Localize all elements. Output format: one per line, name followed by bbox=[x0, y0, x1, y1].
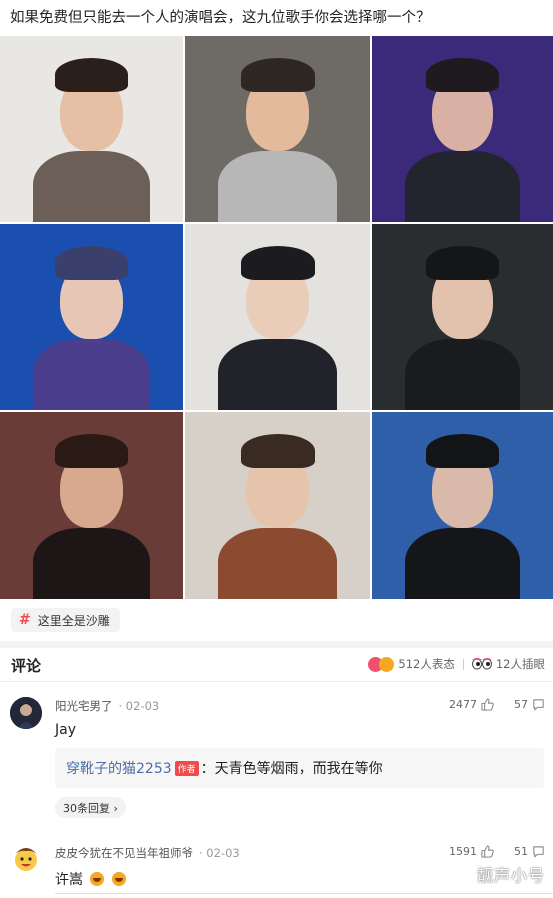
watermark: 靓声小号 bbox=[476, 866, 545, 885]
laugh-emoji-icon bbox=[379, 656, 395, 672]
comment-text-row: 许嵩 bbox=[55, 869, 126, 889]
reaction-summary[interactable]: 512人表态 12人插眼 bbox=[368, 656, 545, 672]
divider bbox=[55, 893, 553, 894]
portrait-body bbox=[218, 151, 337, 222]
portrait-hair bbox=[426, 58, 499, 92]
portrait-body bbox=[32, 339, 151, 410]
laugh-emoji-icon bbox=[90, 872, 105, 886]
portrait-body bbox=[218, 339, 337, 410]
thumbs-up-icon[interactable] bbox=[481, 698, 494, 711]
comment-text: Jay bbox=[55, 722, 76, 738]
portrait-hair bbox=[54, 434, 129, 469]
hash-icon: # bbox=[19, 612, 31, 628]
avatar[interactable] bbox=[10, 697, 42, 729]
insert-label: 12人插眼 bbox=[495, 657, 545, 671]
portrait-body bbox=[32, 151, 151, 222]
avatar[interactable] bbox=[10, 842, 42, 874]
singer-photo-4[interactable] bbox=[0, 224, 183, 410]
topic-tag-label: 这里全是沙雕 bbox=[37, 613, 110, 628]
like-count: 1591 bbox=[449, 845, 477, 858]
comments-header: 评论 512人表态 12人插眼 bbox=[0, 648, 553, 682]
singer-photo-3[interactable] bbox=[372, 36, 553, 222]
comment-actions: 1591 51 bbox=[449, 845, 545, 858]
comment-date: · 02-03 bbox=[118, 699, 160, 713]
photo-grid bbox=[0, 36, 553, 599]
comment-bubble-icon[interactable] bbox=[532, 698, 545, 711]
singer-photo-9[interactable] bbox=[372, 412, 553, 599]
portrait-body bbox=[404, 151, 521, 222]
portrait-hair bbox=[54, 246, 129, 280]
comment-text: 许嵩 bbox=[55, 872, 83, 888]
portrait-hair bbox=[54, 58, 129, 92]
eyes-icon bbox=[471, 658, 492, 670]
reply-count: 57 bbox=[514, 698, 528, 711]
portrait-body bbox=[404, 527, 521, 599]
laugh-emoji-icon bbox=[111, 872, 126, 886]
divider bbox=[462, 658, 464, 670]
post-question: 如果免费但只能去一个人的演唱会，这九位歌手你会选择哪一个？ bbox=[10, 10, 431, 26]
portrait-hair bbox=[240, 434, 315, 469]
reply-preview[interactable]: 穿靴子的猫2253 作者 ：天青色等烟雨，而我在等你 bbox=[55, 748, 544, 788]
portrait-hair bbox=[240, 246, 315, 280]
comment-username[interactable]: 皮皮今犹在不见当年祖师爷 · 02-03 bbox=[55, 845, 240, 861]
singer-photo-7[interactable] bbox=[0, 412, 183, 599]
portrait-hair bbox=[426, 246, 499, 280]
reply-count: 51 bbox=[514, 845, 528, 858]
portrait-body bbox=[32, 527, 151, 599]
singer-photo-8[interactable] bbox=[185, 412, 370, 599]
comment-actions: 2477 57 bbox=[449, 698, 545, 711]
section-divider bbox=[0, 641, 553, 648]
singer-photo-5[interactable] bbox=[185, 224, 370, 410]
comment-bubble-icon[interactable] bbox=[532, 845, 545, 858]
portrait-body bbox=[404, 339, 521, 410]
more-replies-button[interactable]: 30条回复 › bbox=[55, 797, 126, 818]
author-badge: 作者 bbox=[174, 760, 199, 776]
portrait-body bbox=[218, 527, 337, 599]
reply-text: ：天青色等烟雨，而我在等你 bbox=[200, 761, 383, 777]
reactions-label: 512人表态 bbox=[398, 657, 455, 671]
comments-title: 评论 bbox=[11, 657, 42, 675]
portrait-hair bbox=[426, 434, 499, 469]
reply-username[interactable]: 穿靴子的猫2253 bbox=[66, 758, 172, 778]
thumbs-up-icon[interactable] bbox=[481, 845, 494, 858]
like-count: 2477 bbox=[449, 698, 477, 711]
portrait-hair bbox=[240, 58, 315, 92]
singer-photo-1[interactable] bbox=[0, 36, 183, 222]
comment-date: · 02-03 bbox=[199, 846, 240, 860]
topic-tag[interactable]: # 这里全是沙雕 bbox=[11, 608, 120, 632]
singer-photo-2[interactable] bbox=[185, 36, 370, 222]
comment-username[interactable]: 阳光宅男了 · 02-03 bbox=[55, 698, 159, 714]
singer-photo-6[interactable] bbox=[372, 224, 553, 410]
